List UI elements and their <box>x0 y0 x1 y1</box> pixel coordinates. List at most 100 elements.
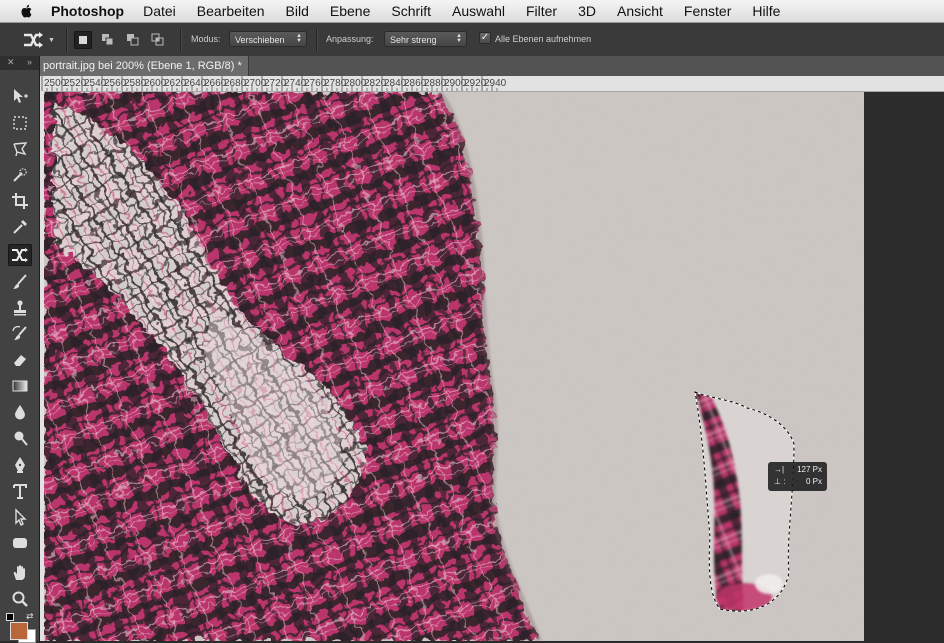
divider <box>66 28 68 52</box>
photo-image <box>44 92 864 641</box>
horizontal-offset-icon: →| <box>774 465 785 474</box>
toolbox-header: ✕ » <box>0 56 39 70</box>
pen-icon <box>15 457 25 473</box>
select-arrows-icon: ▲ ▼ <box>456 33 462 44</box>
eyedropper-tool[interactable] <box>8 216 32 238</box>
pasteboard <box>864 92 944 641</box>
content-aware-move-icon <box>12 248 28 262</box>
document-canvas[interactable] <box>44 92 864 641</box>
document-tab-bar: portrait.jpg bei 200% (Ebene 1, RGB/8) * <box>40 56 944 77</box>
divider <box>316 28 318 52</box>
path-selection-icon <box>15 508 27 526</box>
sample-all-layers-label: Alle Ebenen aufnehmen <box>495 34 592 44</box>
lasso-tool[interactable] <box>8 138 32 160</box>
menu-ebene[interactable]: Ebene <box>330 3 370 19</box>
hand-icon <box>13 565 25 580</box>
new-selection-icon <box>79 36 87 44</box>
add-selection-icon <box>102 34 114 46</box>
menu-filter[interactable]: Filter <box>526 3 557 19</box>
eyedropper-icon <box>13 220 27 234</box>
adaptation-select[interactable]: Sehr streng ▲ ▼ <box>384 31 467 47</box>
history-brush-tool[interactable] <box>8 323 32 345</box>
sample-all-layers-checkbox[interactable]: ✓ <box>479 32 491 44</box>
quick-selection-icon <box>13 168 27 182</box>
pen-tool[interactable] <box>8 454 32 476</box>
history-brush-icon <box>12 325 27 340</box>
plaid-shirt <box>44 92 539 641</box>
menu-schrift[interactable]: Schrift <box>391 3 431 19</box>
quick-selection-tool[interactable] <box>8 164 32 186</box>
tool-preset-picker[interactable]: ▼ <box>22 30 60 50</box>
intersect-selection-button[interactable] <box>149 31 167 49</box>
ruler-ticks: 2500252025402560258026002620264026602680… <box>41 76 507 91</box>
menu-fenster[interactable]: Fenster <box>684 3 731 19</box>
close-icon[interactable]: ✕ <box>7 57 15 68</box>
gradient-icon <box>12 380 28 392</box>
eraser-tool[interactable] <box>8 349 32 371</box>
color-swatches[interactable]: ⇄ <box>4 611 36 643</box>
type-icon <box>13 484 27 499</box>
menu-ansicht[interactable]: Ansicht <box>617 3 663 19</box>
horizontal-ruler[interactable]: 2500 2520 2540 2560 2580 2600 2620 2640 2660 2680… <box>40 76 944 92</box>
move-icon <box>14 89 28 103</box>
menu-bearbeiten[interactable]: Bearbeiten <box>197 3 265 19</box>
menu-3d[interactable]: 3D <box>578 3 596 19</box>
move-offset-hud: →| 127 Px ⊥ : 0 Px <box>768 462 827 491</box>
marquee-icon <box>13 116 27 130</box>
options-bar: ▼ Modus: Verschieben ▲ ▼ Anpassung: Sehr … <box>0 23 944 57</box>
chevron-down-icon: ▼ <box>48 36 55 44</box>
brush-tool[interactable] <box>8 271 32 293</box>
content-aware-move-icon <box>24 32 43 48</box>
toolbox: ✕ » ⇄ <box>0 56 40 643</box>
divider <box>180 28 182 52</box>
menu-hilfe[interactable]: Hilfe <box>752 3 780 19</box>
dodge-icon <box>14 431 28 446</box>
add-to-selection-button[interactable] <box>99 31 117 49</box>
gradient-tool[interactable] <box>8 375 32 397</box>
marquee-tool[interactable] <box>8 112 32 134</box>
crop-icon <box>12 193 28 209</box>
dodge-tool[interactable] <box>8 427 32 449</box>
rectangle-tool[interactable] <box>8 532 32 554</box>
hud-dx-value: 127 Px <box>797 465 822 474</box>
foreground-color-swatch[interactable] <box>10 622 28 640</box>
apple-icon[interactable] <box>19 3 35 19</box>
adaptation-select-value: Sehr streng <box>390 35 437 45</box>
menu-bild[interactable]: Bild <box>286 3 309 19</box>
hud-dx-row: →| 127 Px <box>774 465 822 475</box>
app-menu-photoshop[interactable]: Photoshop <box>51 3 124 19</box>
lasso-icon <box>13 142 28 157</box>
brush-icon <box>13 274 27 289</box>
ruler-label: 2940 <box>484 78 507 89</box>
swap-colors-icon[interactable]: ⇄ <box>26 611 34 622</box>
path-selection-tool[interactable] <box>8 506 32 528</box>
subtract-from-selection-button[interactable] <box>124 31 142 49</box>
blur-tool[interactable] <box>8 401 32 423</box>
vertical-offset-icon: ⊥ : <box>774 477 786 486</box>
crop-tool[interactable] <box>8 190 32 212</box>
checkmark-icon: ✓ <box>480 32 490 43</box>
new-selection-button[interactable] <box>74 31 92 49</box>
zoom-tool[interactable] <box>8 588 32 610</box>
type-tool[interactable] <box>8 480 32 502</box>
content-aware-move-tool[interactable] <box>8 244 32 266</box>
default-colors-icon[interactable] <box>6 613 14 621</box>
intersect-selection-icon <box>151 33 164 46</box>
mode-label: Modus: <box>191 34 221 44</box>
stamp-tool[interactable] <box>8 297 32 319</box>
move-tool[interactable] <box>8 85 32 107</box>
menu-auswahl[interactable]: Auswahl <box>452 3 505 19</box>
stamp-icon <box>14 300 26 316</box>
hud-dy-row: ⊥ : 0 Px <box>774 477 822 487</box>
blur-drop-icon <box>15 405 25 420</box>
hand-tool[interactable] <box>8 562 32 584</box>
eraser-icon <box>14 355 26 366</box>
collapse-icon[interactable]: » <box>27 57 32 67</box>
adaptation-label: Anpassung: <box>326 34 374 44</box>
mode-select[interactable]: Verschieben ▲ ▼ <box>229 31 307 47</box>
zoom-icon <box>12 591 28 607</box>
menu-datei[interactable]: Datei <box>143 3 176 19</box>
document-tab[interactable]: portrait.jpg bei 200% (Ebene 1, RGB/8) * <box>40 56 249 76</box>
rounded-rectangle-icon <box>13 538 27 548</box>
menu-bar: Photoshop Datei Bearbeiten Bild Ebene Sc… <box>0 0 944 23</box>
